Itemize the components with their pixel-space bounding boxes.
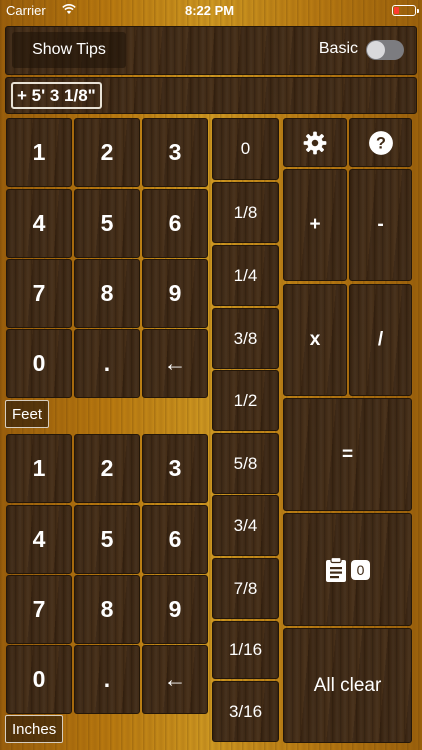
feet-key-7[interactable]: 7 — [6, 259, 72, 328]
clipboard-icon — [325, 556, 347, 583]
divide-button[interactable]: / — [349, 284, 412, 396]
feet-key-0[interactable]: 0 — [6, 329, 72, 398]
all-clear-button[interactable]: All clear — [283, 628, 412, 743]
status-bar: Carrier 8:22 PM — [0, 0, 422, 22]
fraction-key-1-2[interactable]: 1/2 — [212, 370, 279, 431]
fraction-key-3-4[interactable]: 3/4 — [212, 495, 279, 556]
inches-key-decimal[interactable]: . — [74, 645, 140, 714]
fraction-key-1-16[interactable]: 1/16 — [212, 621, 279, 679]
inches-key-3[interactable]: 3 — [142, 434, 208, 503]
equals-button[interactable]: = — [283, 398, 412, 511]
toggle-knob — [367, 41, 385, 59]
feet-key-2[interactable]: 2 — [74, 118, 140, 187]
inches-key-0[interactable]: 0 — [6, 645, 72, 714]
gear-icon — [302, 130, 328, 156]
inches-key-9[interactable]: 9 — [142, 575, 208, 644]
wifi-icon — [62, 4, 76, 15]
add-button[interactable]: + — [283, 169, 347, 281]
svg-text:?: ? — [376, 134, 386, 152]
fraction-key-1-4[interactable]: 1/4 — [212, 245, 279, 306]
inches-key-7[interactable]: 7 — [6, 575, 72, 644]
fraction-key-7-8[interactable]: 7/8 — [212, 558, 279, 619]
feet-key-backspace[interactable]: ← — [142, 329, 208, 398]
clock: 8:22 PM — [185, 3, 235, 18]
fraction-key-3-8[interactable]: 3/8 — [212, 308, 279, 369]
battery-icon — [392, 5, 419, 16]
feet-key-3[interactable]: 3 — [142, 118, 208, 187]
inches-key-6[interactable]: 6 — [142, 505, 208, 574]
subtract-button[interactable]: - — [349, 169, 412, 281]
fraction-key-5-8[interactable]: 5/8 — [212, 433, 279, 494]
inches-key-5[interactable]: 5 — [74, 505, 140, 574]
basic-mode-label: Basic — [318, 40, 358, 57]
inches-key-4[interactable]: 4 — [6, 505, 72, 574]
fraction-key-3-16[interactable]: 3/16 — [212, 681, 279, 742]
inches-label: Inches — [5, 715, 64, 743]
feet-key-decimal[interactable]: . — [74, 329, 140, 398]
feet-key-9[interactable]: 9 — [142, 259, 208, 328]
fraction-key-1-8[interactable]: 1/8 — [212, 182, 279, 243]
feet-key-6[interactable]: 6 — [142, 189, 208, 258]
feet-key-4[interactable]: 4 — [6, 189, 72, 258]
expression-display: + 5' 3 1/8" — [11, 82, 102, 109]
show-tips-button[interactable]: Show Tips — [12, 32, 126, 68]
feet-key-8[interactable]: 8 — [74, 259, 140, 328]
inches-key-8[interactable]: 8 — [74, 575, 140, 644]
inches-key-2[interactable]: 2 — [74, 434, 140, 503]
carrier-label: Carrier — [6, 3, 46, 18]
question-icon: ? — [368, 130, 394, 156]
fraction-key-0[interactable]: 0 — [212, 118, 279, 180]
memory-button[interactable]: 0 — [283, 513, 412, 626]
feet-key-1[interactable]: 1 — [6, 118, 72, 187]
inches-key-1[interactable]: 1 — [6, 434, 72, 503]
memory-count-badge: 0 — [350, 559, 371, 580]
inches-key-backspace[interactable]: ← — [142, 645, 208, 714]
feet-key-5[interactable]: 5 — [74, 189, 140, 258]
basic-mode-toggle[interactable] — [366, 40, 404, 60]
help-button[interactable]: ? — [349, 118, 412, 167]
multiply-button[interactable]: x — [283, 284, 347, 396]
settings-button[interactable] — [283, 118, 347, 167]
feet-label: Feet — [5, 400, 50, 428]
